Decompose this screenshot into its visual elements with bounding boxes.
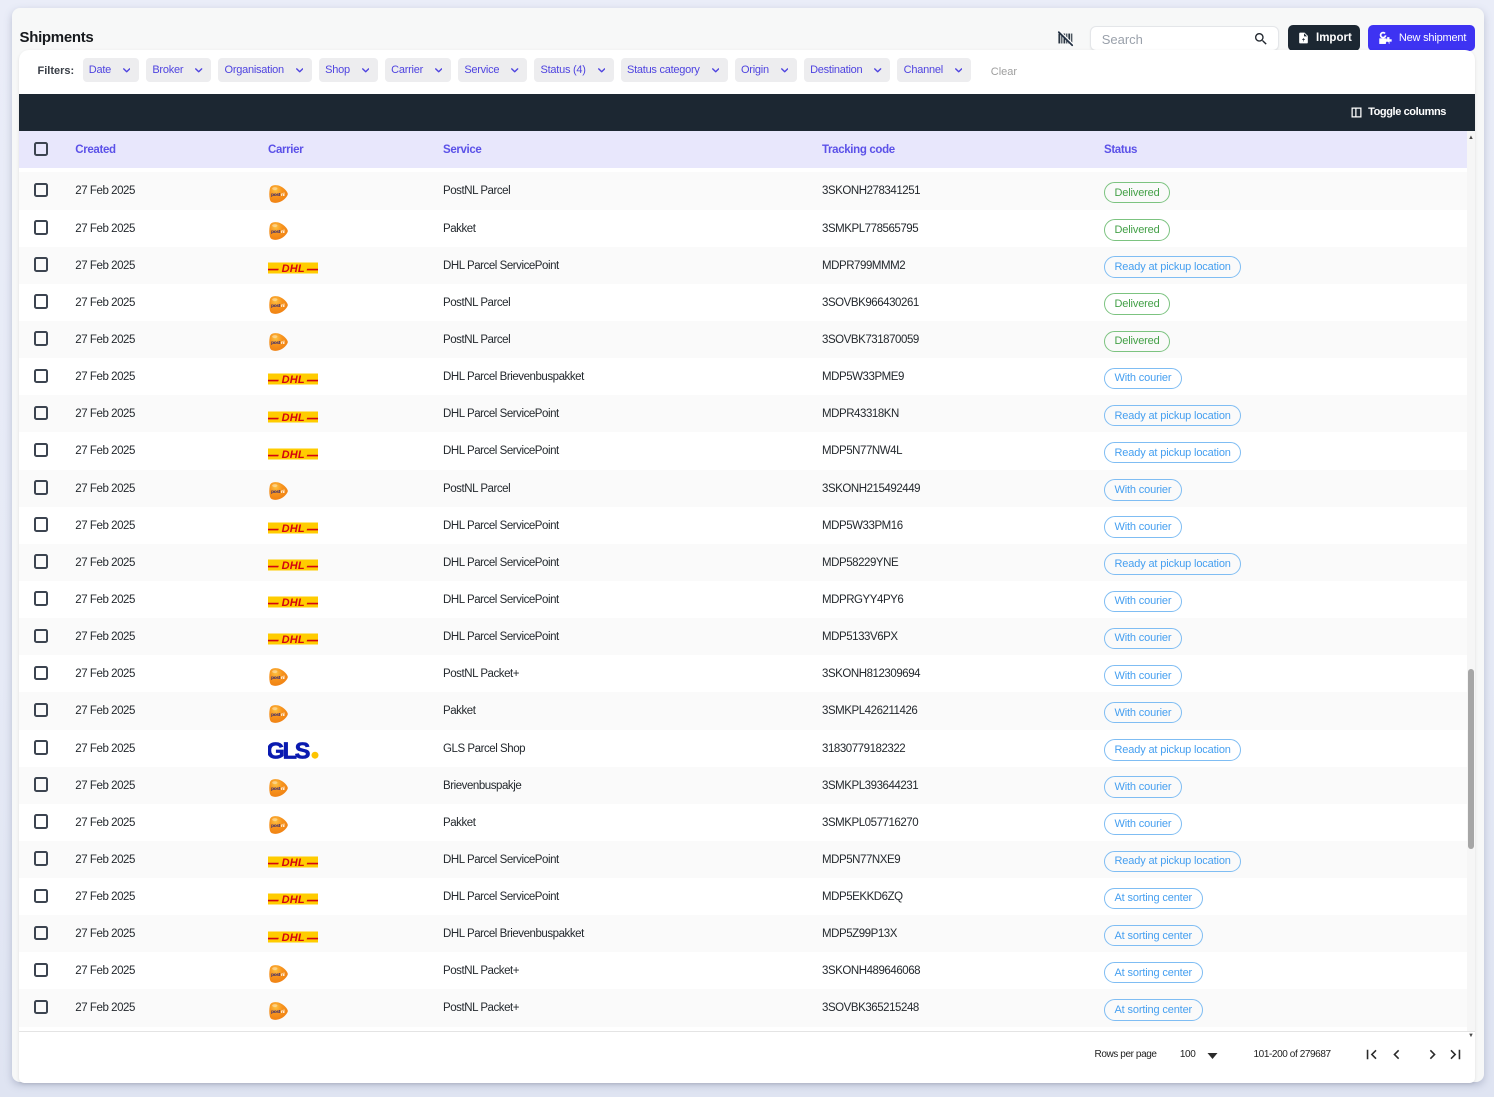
svg-text:nl: nl: [281, 786, 284, 792]
svg-text:post: post: [271, 972, 281, 978]
svg-text:GLS: GLS: [268, 741, 310, 761]
svg-text:nl: nl: [281, 192, 284, 198]
svg-text:nl: nl: [281, 675, 284, 681]
svg-text:DHL: DHL: [282, 894, 305, 905]
svg-text:post: post: [271, 823, 281, 829]
svg-text:nl: nl: [281, 712, 284, 718]
svg-text:nl: nl: [281, 823, 284, 829]
svg-text:nl: nl: [281, 1009, 284, 1015]
svg-text:post: post: [271, 341, 281, 347]
svg-text:DHL: DHL: [282, 411, 305, 422]
svg-text:DHL: DHL: [282, 374, 305, 385]
svg-text:nl: nl: [281, 341, 284, 347]
svg-text:DHL: DHL: [282, 597, 305, 608]
svg-text:DHL: DHL: [282, 263, 305, 274]
svg-text:post: post: [271, 712, 281, 718]
svg-text:post: post: [271, 675, 281, 681]
svg-text:post: post: [271, 489, 281, 495]
svg-text:nl: nl: [281, 229, 284, 235]
svg-text:DHL: DHL: [282, 857, 305, 868]
svg-text:post: post: [271, 1009, 281, 1015]
svg-text:DHL: DHL: [282, 931, 305, 942]
svg-text:nl: nl: [281, 303, 284, 309]
svg-text:DHL: DHL: [282, 449, 305, 460]
svg-text:nl: nl: [281, 972, 284, 978]
svg-text:post: post: [271, 303, 281, 309]
svg-text:post: post: [271, 192, 281, 198]
svg-text:DHL: DHL: [282, 560, 305, 571]
svg-text:nl: nl: [281, 489, 284, 495]
svg-text:DHL: DHL: [282, 523, 305, 534]
svg-text:post: post: [271, 229, 281, 235]
svg-text:post: post: [271, 786, 281, 792]
svg-text:DHL: DHL: [282, 634, 305, 645]
